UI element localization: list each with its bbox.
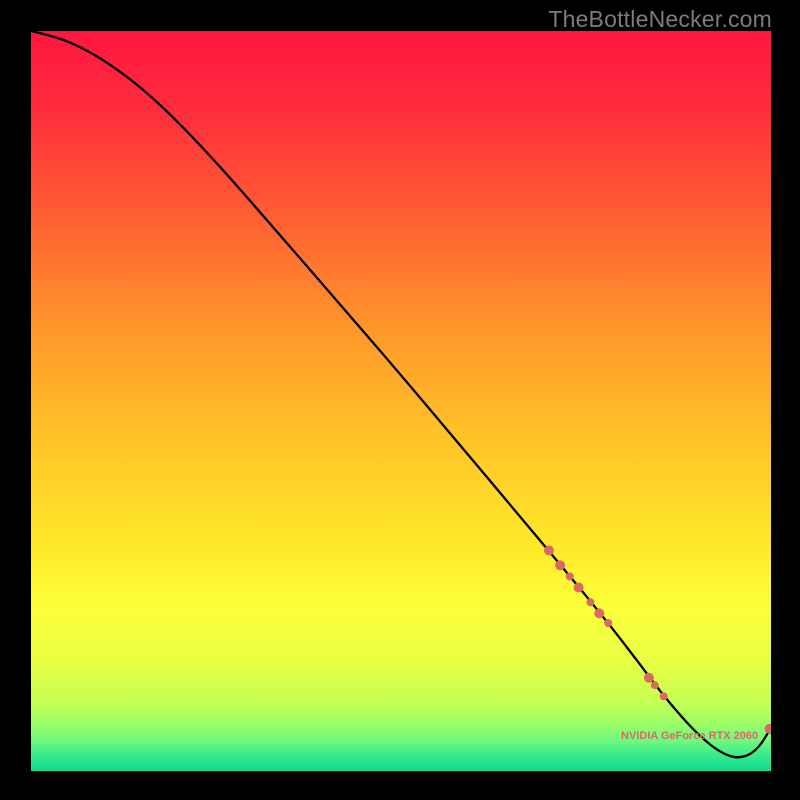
data-marker (544, 545, 554, 555)
data-marker (644, 673, 654, 683)
plot-area: NVIDIA GeForce RTX 2060 (31, 31, 771, 771)
data-marker (586, 598, 594, 606)
data-marker (594, 608, 604, 618)
data-marker (555, 560, 565, 570)
chart-stage: TheBottleNecker.com NVIDIA GeForce RTX 2… (0, 0, 800, 800)
data-marker (566, 572, 574, 580)
gradient-background (31, 31, 771, 771)
data-marker (651, 681, 659, 689)
gpu-annotation: NVIDIA GeForce RTX 2060 (621, 730, 758, 742)
watermark-text: TheBottleNecker.com (548, 6, 772, 33)
data-marker (660, 692, 668, 700)
data-marker (604, 619, 612, 627)
chart-svg: NVIDIA GeForce RTX 2060 (31, 31, 771, 771)
data-marker (574, 582, 584, 592)
